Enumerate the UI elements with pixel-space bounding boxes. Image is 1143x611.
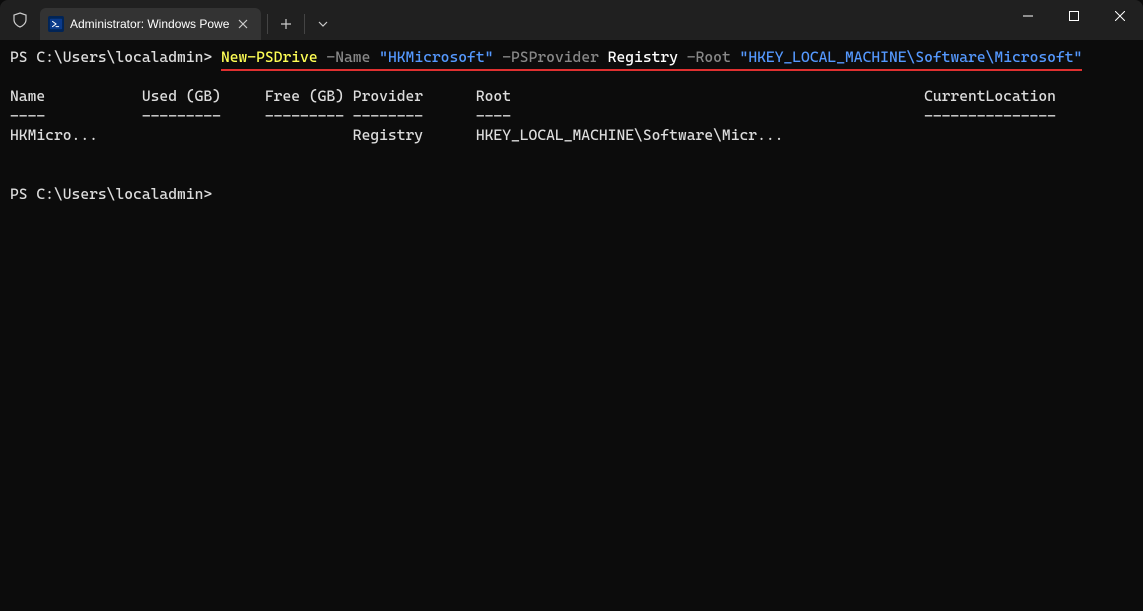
param-name: -Name	[318, 48, 380, 66]
table-row: HKMicro... Registry HKEY_LOCAL_MACHINE\S…	[10, 126, 783, 144]
value-name: "HKMicrosoft"	[379, 48, 493, 66]
prompt: PS C:\Users\localadmin>	[10, 185, 212, 203]
value-psprovider: Registry	[608, 48, 678, 66]
tab-powershell[interactable]: Administrator: Windows Powe	[40, 8, 261, 40]
command: New-PSDrive	[221, 48, 318, 66]
value-root: "HKEY_LOCAL_MACHINE\Software\Microsoft"	[740, 48, 1083, 66]
tab-close-button[interactable]	[235, 16, 251, 32]
minimize-button[interactable]	[1005, 0, 1051, 32]
terminal-output[interactable]: PS C:\Users\localadmin> New-PSDrive -Nam…	[0, 40, 1143, 212]
titlebar: Administrator: Windows Powe	[0, 0, 1143, 40]
tab-dropdown-button[interactable]	[305, 8, 341, 40]
param-psprovider: -PSProvider	[493, 48, 607, 66]
table-divider: ---- --------- --------- -------- ---- -…	[10, 107, 1056, 125]
tab-actions	[267, 0, 341, 40]
shield-icon	[0, 0, 40, 40]
tab-title: Administrator: Windows Powe	[70, 17, 229, 31]
prompt: PS C:\Users\localadmin>	[10, 48, 221, 66]
new-tab-button[interactable]	[268, 8, 304, 40]
window-controls	[1005, 0, 1143, 40]
table-header: Name Used (GB) Free (GB) Provider Root C…	[10, 87, 1056, 105]
param-root: -Root	[678, 48, 740, 66]
maximize-button[interactable]	[1051, 0, 1097, 32]
powershell-icon	[48, 16, 64, 32]
close-button[interactable]	[1097, 0, 1143, 32]
